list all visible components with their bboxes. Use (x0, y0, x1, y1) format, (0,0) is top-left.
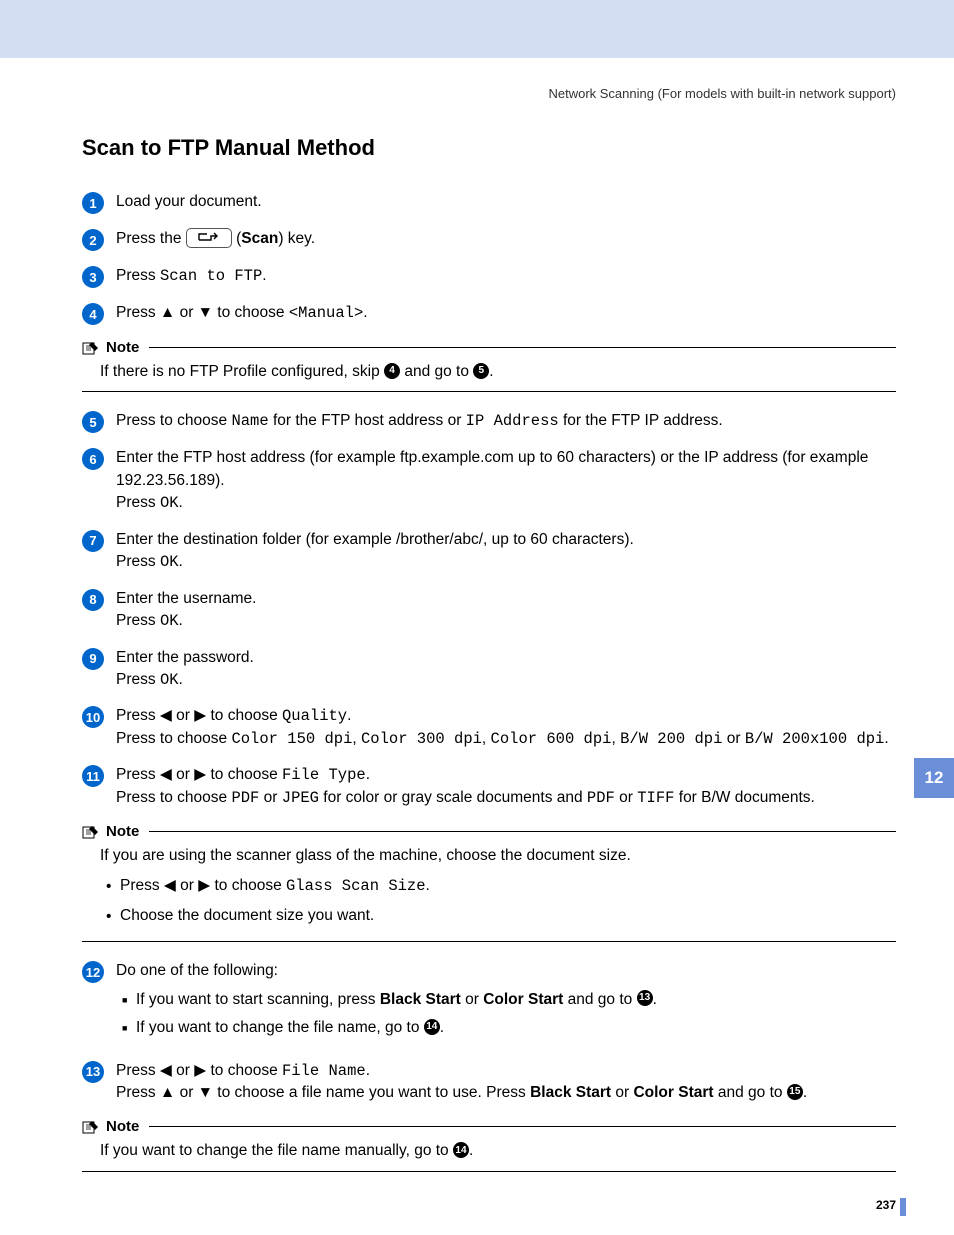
step-text: Press the (Scan) key. (116, 228, 896, 250)
section-title: Scan to FTP Manual Method (82, 135, 896, 161)
option-item: If you want to change the file name, go … (122, 1017, 896, 1039)
step-text: Press ◀ or ▶ to choose File Name. Press … (116, 1060, 896, 1105)
option-item: If you want to start scanning, press Bla… (122, 989, 896, 1011)
ref-icon: 15 (787, 1084, 803, 1100)
note-text: If you are using the scanner glass of th… (82, 840, 896, 941)
step-text: Enter the destination folder (for exampl… (116, 529, 896, 574)
step-2: 2 Press the (Scan) key. (82, 228, 896, 251)
scan-key-icon (186, 228, 232, 248)
ref-icon: 5 (473, 363, 489, 379)
note-text: If there is no FTP Profile configured, s… (82, 356, 896, 391)
step-8: 8 Enter the username. Press OK. (82, 588, 896, 633)
step-13: 13 Press ◀ or ▶ to choose File Name. Pre… (82, 1060, 896, 1105)
step-number-icon: 11 (82, 765, 104, 787)
note-pencil-icon (82, 1119, 100, 1135)
step-text: Press Scan to FTP. (116, 265, 896, 287)
step-text: Load your document. (116, 191, 896, 213)
step-text: Press ▲ or ▼ to choose <Manual>. (116, 302, 896, 324)
step-number-icon: 12 (82, 961, 104, 983)
ref-icon: 13 (637, 990, 653, 1006)
step-text: Press ◀ or ▶ to choose Quality. Press to… (116, 705, 896, 750)
page-number: 237 (876, 1198, 896, 1212)
step-text: Do one of the following: If you want to … (116, 960, 896, 1045)
step-number-icon: 7 (82, 530, 104, 552)
running-header: Network Scanning (For models with built-… (82, 86, 896, 101)
step-text: Enter the FTP host address (for example … (116, 447, 896, 514)
step-5: 5 Press to choose Name for the FTP host … (82, 410, 896, 433)
step-1: 1 Load your document. (82, 191, 896, 214)
step-3: 3 Press Scan to FTP. (82, 265, 896, 288)
note-label: Note (106, 1118, 139, 1135)
top-banner (0, 0, 954, 58)
step-9: 9 Enter the password. Press OK. (82, 647, 896, 692)
step-number-icon: 13 (82, 1061, 104, 1083)
step-6: 6 Enter the FTP host address (for exampl… (82, 447, 896, 514)
step-number-icon: 5 (82, 411, 104, 433)
step-12: 12 Do one of the following: If you want … (82, 960, 896, 1045)
note-pencil-icon (82, 824, 100, 840)
step-number-icon: 4 (82, 303, 104, 325)
note-sub-item: Press ◀ or ▶ to choose Glass Scan Size. (106, 874, 896, 898)
step-text: Press to choose Name for the FTP host ad… (116, 410, 896, 432)
step-number-icon: 8 (82, 589, 104, 611)
note-block: Note If you are using the scanner glass … (82, 823, 896, 942)
step-4: 4 Press ▲ or ▼ to choose <Manual>. (82, 302, 896, 325)
note-text: If you want to change the file name manu… (82, 1135, 896, 1170)
note-label: Note (106, 339, 139, 356)
note-block: Note If there is no FTP Profile configur… (82, 339, 896, 392)
step-7: 7 Enter the destination folder (for exam… (82, 529, 896, 574)
note-sub-item: Choose the document size you want. (106, 904, 896, 927)
step-number-icon: 9 (82, 648, 104, 670)
step-text: Press ◀ or ▶ to choose File Type. Press … (116, 764, 896, 809)
step-number-icon: 1 (82, 192, 104, 214)
ref-icon: 4 (384, 363, 400, 379)
page-number-accent (900, 1198, 906, 1216)
note-label: Note (106, 823, 139, 840)
step-number-icon: 2 (82, 229, 104, 251)
ref-icon: 14 (424, 1019, 440, 1035)
note-pencil-icon (82, 340, 100, 356)
step-number-icon: 6 (82, 448, 104, 470)
step-11: 11 Press ◀ or ▶ to choose File Type. Pre… (82, 764, 896, 809)
step-text: Enter the password. Press OK. (116, 647, 896, 692)
ref-icon: 14 (453, 1142, 469, 1158)
step-text: Enter the username. Press OK. (116, 588, 896, 633)
step-number-icon: 10 (82, 706, 104, 728)
chapter-tab: 12 (914, 758, 954, 798)
step-10: 10 Press ◀ or ▶ to choose Quality. Press… (82, 705, 896, 750)
note-block: Note If you want to change the file name… (82, 1118, 896, 1171)
step-number-icon: 3 (82, 266, 104, 288)
